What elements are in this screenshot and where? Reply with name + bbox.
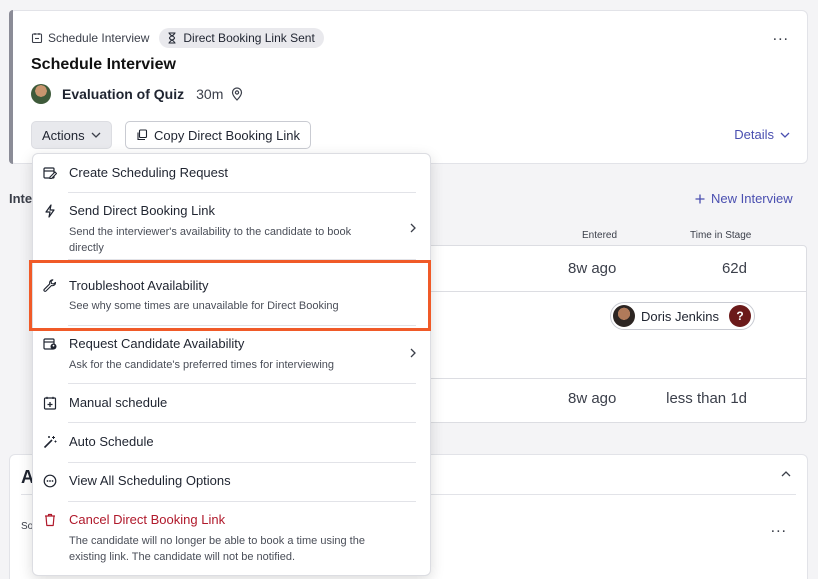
menu-item-view-all-scheduling-options[interactable]: View All Scheduling Options — [33, 462, 430, 501]
chevron-down-icon — [780, 132, 790, 138]
avatar — [613, 305, 635, 327]
avatar — [31, 84, 51, 104]
row-divider — [422, 291, 806, 292]
highlight-box — [29, 260, 431, 331]
entered-value: 8w ago — [568, 390, 617, 407]
chevron-up-icon[interactable] — [781, 471, 791, 477]
magic-wand-icon — [43, 435, 57, 449]
row-divider — [422, 378, 806, 379]
actions-menu: Create Scheduling Request Send Direct Bo… — [32, 153, 431, 576]
column-header-entered: Entered — [582, 230, 618, 241]
actions-button[interactable]: Actions — [31, 121, 112, 149]
menu-item-description: Ask for the candidate's preferred times … — [69, 359, 334, 371]
page-title: Schedule Interview — [31, 56, 176, 73]
entered-value: 8w ago — [568, 260, 617, 277]
menu-item-label: Cancel Direct Booking Link — [69, 512, 226, 527]
status-badge-label: Direct Booking Link Sent — [183, 31, 315, 45]
copy-direct-booking-link-button[interactable]: Copy Direct Booking Link — [125, 121, 311, 149]
chevron-down-icon — [91, 132, 101, 138]
time-in-stage-value: less than 1d — [666, 390, 747, 407]
menu-item-description: The candidate will no longer be able to … — [69, 535, 365, 563]
menu-item-request-candidate-availability[interactable]: Request Candidate Availability Ask for t… — [33, 325, 430, 383]
menu-item-send-direct-booking-link[interactable]: Send Direct Booking Link Send the interv… — [33, 192, 430, 259]
plus-icon — [695, 194, 705, 204]
actions-label: Actions — [42, 127, 85, 143]
response-status-badge: ? — [729, 305, 752, 327]
calendar-plus-icon — [43, 396, 57, 410]
breadcrumb-label: Schedule Interview — [48, 31, 150, 45]
status-badge: Direct Booking Link Sent — [159, 28, 324, 48]
menu-item-label: Manual schedule — [69, 395, 168, 410]
menu-item-label: Send Direct Booking Link — [69, 203, 215, 218]
section-label: Inte — [9, 191, 33, 206]
calendar-icon — [31, 32, 43, 44]
copy-icon — [136, 129, 148, 141]
breadcrumb-item[interactable]: Schedule Interview — [31, 31, 149, 45]
details-toggle[interactable]: Details — [734, 127, 790, 142]
menu-item-label: Auto Schedule — [69, 434, 154, 449]
details-label: Details — [734, 127, 774, 142]
copy-label: Copy Direct Booking Link — [154, 127, 300, 143]
time-in-stage-value: 62d — [721, 260, 747, 277]
menu-item-label: Create Scheduling Request — [69, 165, 228, 180]
interview-meta: Evaluation of Quiz 30m — [31, 84, 243, 104]
chevron-right-icon — [410, 348, 416, 358]
menu-item-label: View All Scheduling Options — [69, 473, 231, 488]
menu-item-auto-schedule[interactable]: Auto Schedule — [33, 422, 430, 462]
trash-icon — [43, 513, 57, 527]
interview-name: Evaluation of Quiz — [62, 86, 185, 102]
breadcrumb: Schedule Interview Direct Booking Link S… — [31, 28, 324, 48]
interview-duration: 30m — [196, 86, 224, 102]
location-pin-icon — [231, 87, 243, 101]
card-accent-bar — [9, 10, 13, 164]
column-header-time-in-stage: Time in Stage — [690, 230, 752, 241]
interviewer-chip[interactable]: Doris Jenkins ? — [610, 302, 756, 330]
new-interview-button[interactable]: New Interview — [695, 191, 793, 206]
calendar-edit-icon — [43, 166, 57, 180]
lightning-icon — [43, 204, 57, 218]
stage-table: 8w ago 62d Doris Jenkins ? 8w ago less t… — [421, 245, 807, 423]
menu-item-create-scheduling-request[interactable]: Create Scheduling Request — [33, 154, 430, 192]
menu-item-label: Request Candidate Availability — [69, 336, 245, 351]
more-options-button[interactable]: ... — [771, 520, 787, 536]
more-circle-icon — [43, 474, 57, 488]
menu-item-description: Send the interviewer's availability to t… — [69, 226, 352, 254]
calendar-person-icon — [43, 337, 57, 351]
schedule-interview-card: Schedule Interview Direct Booking Link S… — [9, 10, 808, 164]
hourglass-icon — [167, 32, 177, 44]
chevron-right-icon — [410, 223, 416, 233]
menu-item-cancel-direct-booking-link[interactable]: Cancel Direct Booking Link The candidate… — [33, 501, 430, 576]
more-options-button[interactable]: ... — [773, 28, 789, 44]
new-interview-label: New Interview — [711, 191, 793, 206]
interviewer-name: Doris Jenkins — [641, 308, 720, 324]
menu-item-manual-schedule[interactable]: Manual schedule — [33, 383, 430, 422]
